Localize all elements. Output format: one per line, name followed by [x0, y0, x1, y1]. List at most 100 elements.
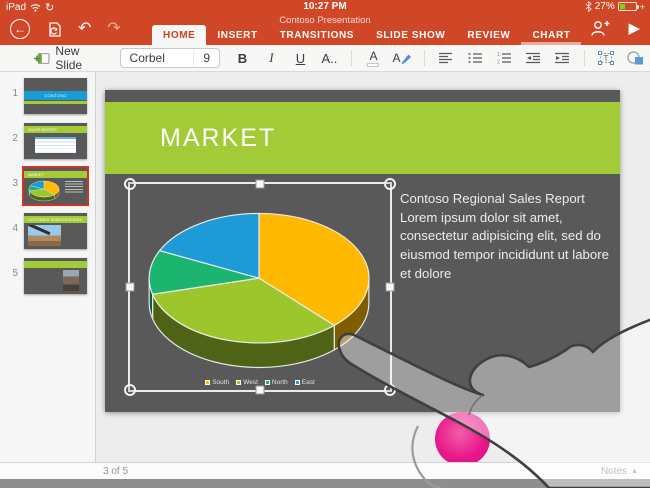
thumb4-title-band: CUSTOMER DEMOGRAPHICS [24, 216, 87, 223]
bullet-list-icon [468, 52, 482, 64]
numbering-button[interactable]: 12 [490, 47, 519, 69]
thumb2-title-band: SALES REPORT [24, 126, 87, 133]
save-icon[interactable] [46, 21, 62, 38]
legend-item: East [295, 379, 315, 386]
pen-icon [401, 52, 412, 64]
toolbar-separator [351, 50, 352, 66]
thumb4-airplane-wing [28, 225, 50, 235]
thumb-number: 1 [4, 88, 18, 99]
add-people-icon[interactable] [589, 20, 610, 36]
thumb-number: 3 [4, 178, 18, 189]
bold-button[interactable]: B [228, 47, 257, 69]
thumb3-pie-chart [27, 179, 65, 202]
resize-handle-middle-right[interactable] [386, 283, 395, 292]
new-slide-button[interactable]: New Slide [34, 44, 108, 72]
resize-handle-bottom-right[interactable] [384, 384, 396, 396]
legend-swatch [295, 380, 300, 385]
resize-handle-top-left[interactable] [124, 178, 136, 190]
legend-item: North [265, 379, 288, 386]
thumb1-title-band: CONTOSO [24, 91, 87, 100]
new-slide-icon [34, 52, 50, 65]
resize-handle-bottom-left[interactable] [124, 384, 136, 396]
outdent-button[interactable] [519, 47, 548, 69]
font-name-value[interactable]: Corbel [121, 51, 194, 65]
tab-review[interactable]: REVIEW [456, 25, 521, 45]
bullets-button[interactable] [461, 47, 490, 69]
present-play-button[interactable]: ▶ [628, 21, 640, 36]
ribbon-tab-row: ← ↶ ↷ HOME INSERT TRANSITIONS SLIDE SHOW… [0, 26, 650, 45]
text-box-button[interactable]: T [592, 47, 621, 69]
app-header: iPad ↻ 10:27 PM 27% + Contoso Presentati… [0, 0, 650, 45]
font-size-value[interactable]: 9 [193, 51, 219, 65]
resize-handle-middle-left[interactable] [126, 283, 135, 292]
text-box-icon: T [598, 51, 614, 65]
legend-item: South [205, 379, 229, 386]
font-selector[interactable]: Corbel 9 [120, 48, 221, 68]
slide-thumbnail-1[interactable]: CONTOSO [24, 78, 87, 114]
tab-chart[interactable]: CHART [521, 25, 581, 45]
slide-thumbnail-3-selected[interactable]: MARKET [24, 168, 87, 204]
font-color-swatch [367, 63, 379, 67]
chart-selection-frame[interactable]: South West North East [128, 182, 392, 392]
slide-thumbnail-4[interactable]: CUSTOMER DEMOGRAPHICS [24, 213, 87, 249]
format-painter-letter: A [392, 51, 400, 65]
bottom-strip [0, 479, 650, 488]
thumb-number: 4 [4, 223, 18, 234]
home-ribbon-toolbar: New Slide Corbel 9 B I U A.. A A 12 [0, 45, 650, 72]
charging-icon: + [640, 2, 645, 12]
font-color-letter: A [369, 50, 377, 62]
thumb3-text-lines [65, 181, 83, 194]
indent-icon [555, 52, 570, 64]
slide-body-textbox[interactable]: Contoso Regional Sales Report Lorem ipsu… [400, 190, 616, 284]
thumb4-photo [28, 225, 61, 246]
thumb2-table-graphic [35, 137, 76, 153]
resize-handle-bottom-center[interactable] [256, 386, 265, 395]
resize-handle-top-right[interactable] [384, 178, 396, 190]
toolbar-separator [584, 50, 585, 66]
redo-button[interactable]: ↷ [107, 21, 120, 37]
tab-transitions[interactable]: TRANSITIONS [269, 25, 365, 45]
current-slide[interactable]: MARKET Contoso Regional Sales Report Lor… [105, 90, 620, 412]
tab-insert[interactable]: INSERT [206, 25, 268, 45]
legend-label: South [212, 379, 229, 386]
svg-text:T: T [604, 54, 609, 63]
shapes-button[interactable] [621, 47, 650, 69]
legend-swatch [205, 380, 210, 385]
thumb3-title-band: MARKET [24, 171, 87, 178]
back-button[interactable]: ← [10, 19, 30, 39]
powerpoint-ipad-app: iPad ↻ 10:27 PM 27% + Contoso Presentati… [0, 0, 650, 488]
more-formatting-button[interactable]: A.. [315, 47, 344, 69]
thumb5-photo [63, 270, 79, 291]
thumb1-accent-stripe [24, 101, 87, 104]
underline-button[interactable]: U [286, 47, 315, 69]
notes-label: Notes [601, 466, 627, 477]
slide-thumbnail-5[interactable] [24, 258, 87, 294]
svg-text:1: 1 [497, 52, 500, 58]
notes-toggle[interactable]: Notes ▲ [601, 466, 638, 477]
tab-slide-show[interactable]: SLIDE SHOW [365, 25, 456, 45]
tab-home[interactable]: HOME [152, 25, 206, 45]
undo-button[interactable]: ↶ [78, 21, 91, 37]
legend-label: North [272, 379, 288, 386]
slide-thumbnail-2[interactable]: SALES REPORT [24, 123, 87, 159]
format-painter-button[interactable]: A [388, 47, 417, 69]
svg-text:2: 2 [497, 60, 500, 65]
align-button[interactable] [432, 47, 461, 69]
indent-button[interactable] [548, 47, 577, 69]
slide-thumbnail-panel: 1 CONTOSO 2 SALES REPORT 3 MARKET 4 CUST… [0, 72, 96, 462]
legend-label: East [302, 379, 315, 386]
thumb-number: 2 [4, 133, 18, 144]
pie-chart[interactable] [130, 184, 390, 390]
italic-button[interactable]: I [257, 47, 286, 69]
battery-percent: 27% [595, 1, 615, 12]
slide-title[interactable]: MARKET [160, 124, 276, 153]
bluetooth-icon [585, 1, 592, 12]
resize-handle-top-center[interactable] [256, 180, 265, 189]
toolbar-separator [424, 50, 425, 66]
align-left-icon [439, 52, 453, 64]
body-paragraph: Lorem ipsum dolor sit amet, consectetur … [400, 209, 616, 284]
legend-swatch [265, 380, 270, 385]
battery-icon [618, 2, 637, 11]
slide-title-banner[interactable]: MARKET [105, 102, 620, 174]
font-color-button[interactable]: A [359, 47, 388, 69]
